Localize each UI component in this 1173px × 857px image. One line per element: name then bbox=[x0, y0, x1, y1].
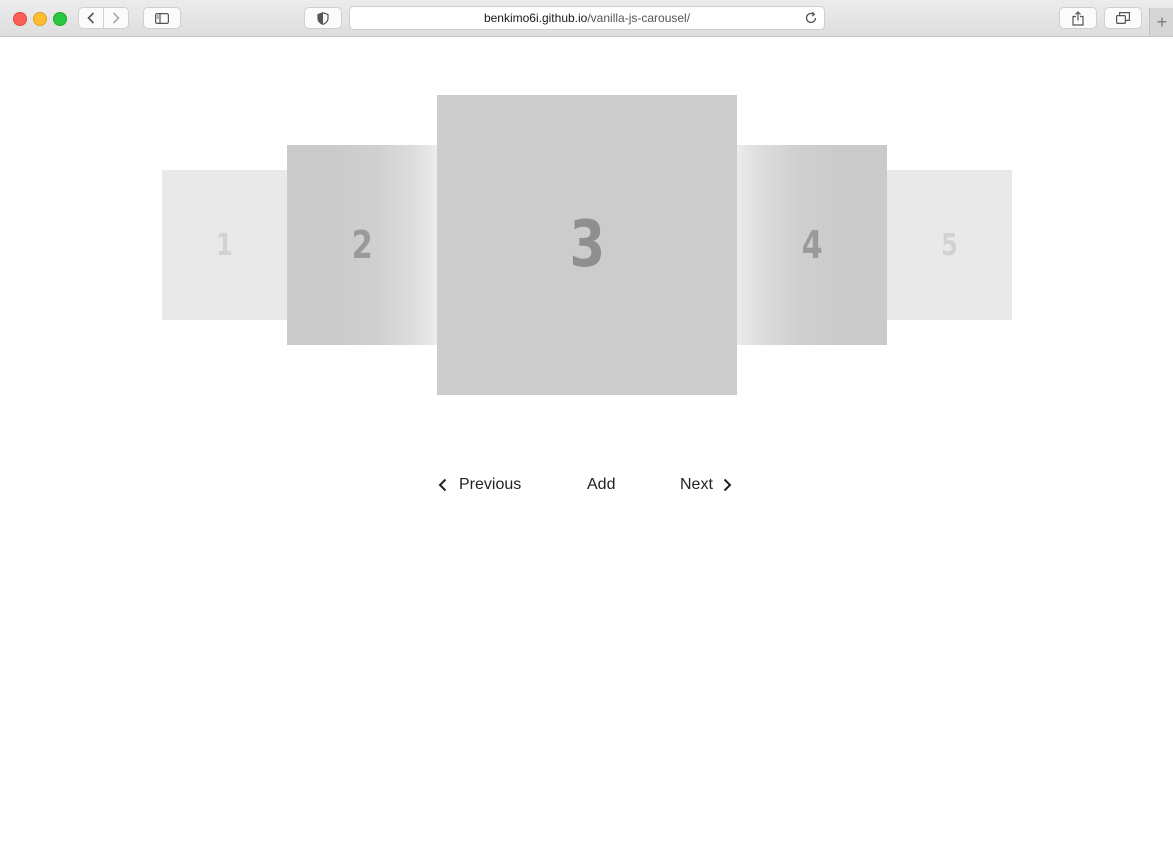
chevron-right-icon bbox=[723, 478, 732, 492]
new-tab-button[interactable]: + bbox=[1149, 8, 1173, 36]
tabs-icon bbox=[1116, 12, 1130, 24]
chevron-right-icon bbox=[112, 12, 120, 24]
add-label: Add bbox=[587, 476, 616, 493]
forward-button[interactable] bbox=[103, 7, 129, 29]
browser-toolbar: benkimo6i.github.io/vanilla-js-carousel/… bbox=[0, 0, 1173, 37]
slide-number: 4 bbox=[801, 223, 823, 267]
minimize-window-button[interactable] bbox=[33, 12, 47, 26]
close-window-button[interactable] bbox=[13, 12, 27, 26]
plus-icon: + bbox=[1156, 11, 1168, 32]
sidebar-icon bbox=[155, 12, 169, 24]
share-icon bbox=[1072, 10, 1084, 26]
reload-icon[interactable] bbox=[804, 11, 818, 25]
url-path: /vanilla-js-carousel/ bbox=[587, 11, 691, 25]
chevron-left-icon bbox=[438, 478, 447, 492]
tab-overview-button[interactable] bbox=[1104, 7, 1142, 29]
privacy-report-button[interactable] bbox=[304, 7, 342, 29]
previous-label: Previous bbox=[459, 476, 522, 493]
back-button[interactable] bbox=[78, 7, 104, 29]
sidebar-toggle-button[interactable] bbox=[143, 7, 181, 29]
url-host: benkimo6i.github.io bbox=[483, 11, 588, 25]
carousel-slide-2[interactable]: 2 bbox=[287, 145, 437, 345]
share-button[interactable] bbox=[1059, 7, 1097, 29]
slide-number: 3 bbox=[569, 208, 605, 282]
carousel-page: 1 5 2 4 3 Previous Add Next bbox=[0, 37, 1173, 857]
carousel-slide-5[interactable]: 5 bbox=[887, 170, 1012, 320]
slide-number: 2 bbox=[351, 223, 373, 267]
carousel-slide-active[interactable]: 3 bbox=[437, 95, 737, 395]
previous-button[interactable]: Previous bbox=[438, 473, 521, 497]
next-button[interactable]: Next bbox=[680, 473, 732, 497]
slide-number: 1 bbox=[216, 227, 233, 263]
address-bar[interactable]: benkimo6i.github.io/vanilla-js-carousel/ bbox=[349, 6, 825, 30]
carousel-slide-1[interactable]: 1 bbox=[162, 170, 287, 320]
next-label: Next bbox=[680, 476, 713, 493]
carousel-slide-4[interactable]: 4 bbox=[737, 145, 887, 345]
zoom-window-button[interactable] bbox=[53, 12, 67, 26]
chevron-left-icon bbox=[87, 12, 95, 24]
slide-number: 5 bbox=[941, 227, 958, 263]
url-text: benkimo6i.github.io/vanilla-js-carousel/ bbox=[350, 11, 824, 25]
shield-icon bbox=[317, 11, 329, 25]
add-slide-button[interactable]: Add bbox=[587, 473, 615, 497]
